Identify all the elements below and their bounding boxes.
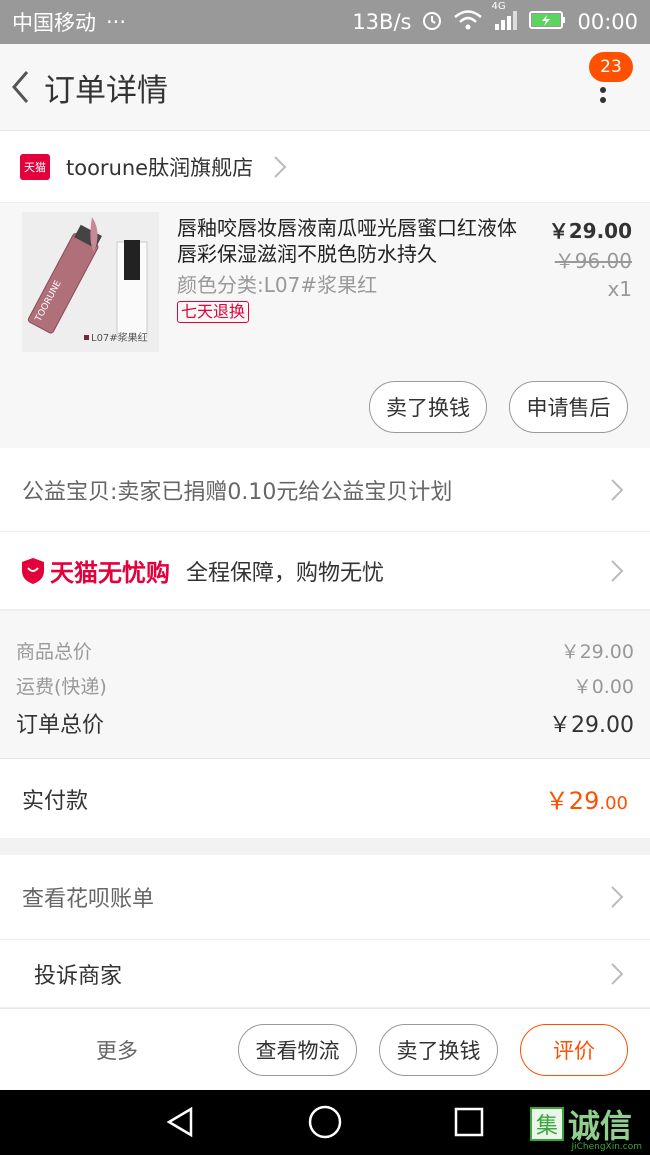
original-price: ￥96.00: [554, 249, 632, 273]
shipping-row: 运费(快递) ￥0.00: [16, 672, 634, 699]
product-quantity: x1: [607, 277, 632, 301]
alarm-icon: [421, 9, 443, 36]
watermark-box: 集: [530, 1107, 564, 1141]
huabei-bill-row[interactable]: 查看花呗账单: [0, 855, 650, 940]
after-sale-button[interactable]: 申请售后: [509, 381, 628, 433]
status-bar: 中国移动 ··· 13B/s 4G 00:00: [0, 0, 650, 44]
battery-icon: [529, 9, 567, 36]
network-speed: 13B/s: [352, 10, 412, 34]
thumb-caption: L07#浆果红: [91, 331, 148, 344]
complain-seller-row[interactable]: 投诉商家: [0, 940, 650, 1008]
paid-amount: ￥29.00: [544, 787, 628, 815]
product-title[interactable]: 唇釉咬唇妆唇液南瓜哑光唇蜜口红液体唇彩保湿滋润不脱色防水持久: [177, 215, 517, 267]
order-totals: 商品总价 ￥29.00 运费(快递) ￥0.00 订单总价 ￥29.00: [0, 610, 650, 758]
shield-icon: [22, 557, 44, 584]
circle-home-icon: [308, 1105, 342, 1139]
return-policy-tag: 七天退换: [177, 301, 250, 323]
watermark-subtext: JiChengXin.com: [571, 1142, 642, 1152]
charity-row[interactable]: 公益宝贝:卖家已捐赠0.10元给公益宝贝计划: [0, 448, 650, 532]
back-button[interactable]: [0, 44, 40, 131]
app-header: 订单详情 23: [0, 44, 650, 131]
watermark-text: 诚信: [568, 1107, 633, 1145]
nav-home-button[interactable]: [303, 1102, 347, 1142]
notification-dots: ···: [106, 10, 127, 34]
product-price: ￥29.00: [548, 219, 632, 243]
network-type: 4G: [491, 0, 506, 12]
product-variant: 颜色分类:L07#浆果红: [177, 273, 378, 297]
view-logistics-button[interactable]: 查看物流: [238, 1023, 357, 1076]
clock: 00:00: [577, 10, 638, 34]
chevron-right-icon: [610, 885, 624, 909]
back-arrow-icon: [12, 71, 29, 103]
worry-free-row[interactable]: 天猫无忧购 全程保障，购物无忧: [0, 532, 650, 610]
chevron-right-icon: [610, 559, 624, 583]
chevron-right-icon: [273, 155, 287, 179]
complain-seller-text: 投诉商家: [34, 963, 123, 989]
order-total-row: 订单总价 ￥29.00: [16, 707, 634, 739]
product-card: TOORUNE L07#浆果红 唇釉咬唇妆唇液南瓜哑光唇蜜口红液体唇彩保湿滋润不…: [0, 203, 650, 448]
page-title: 订单详情: [44, 72, 168, 109]
paid-row: 实付款 ￥29.00: [0, 758, 650, 838]
chevron-right-icon: [610, 478, 624, 502]
nav-recents-button[interactable]: [447, 1102, 491, 1142]
goods-total-row: 商品总价 ￥29.00: [16, 637, 634, 664]
shipping-value: ￥0.00: [572, 676, 634, 698]
shipping-label: 运费(快递): [16, 676, 107, 698]
tmall-logo-icon: 天猫: [20, 153, 50, 180]
more-actions-button[interactable]: 更多: [96, 1035, 138, 1065]
review-button[interactable]: 评价: [520, 1023, 628, 1076]
worry-free-logo: 天猫无忧购: [20, 553, 170, 588]
store-row[interactable]: 天猫 toorune肽润旗舰店: [0, 131, 650, 203]
signal-icon: 4G: [491, 1, 519, 36]
goods-total-value: ￥29.00: [560, 641, 634, 663]
order-total-value: ￥29.00: [549, 713, 634, 738]
message-badge: 23: [589, 52, 633, 82]
square-recents-icon: [454, 1107, 484, 1137]
bottom-action-bar: 更多 查看物流 卖了换钱 评价: [0, 1008, 650, 1090]
wifi-icon: [453, 9, 483, 36]
goods-total-label: 商品总价: [16, 641, 93, 663]
sell-resell-bottom-button[interactable]: 卖了换钱: [379, 1023, 498, 1076]
huabei-bill-text: 查看花呗账单: [22, 887, 155, 912]
sell-resell-button[interactable]: 卖了换钱: [369, 381, 487, 433]
store-name: toorune肽润旗舰店: [66, 155, 254, 180]
carrier-label: 中国移动: [12, 11, 96, 35]
triangle-back-icon: [166, 1106, 193, 1138]
order-total-label: 订单总价: [16, 713, 105, 738]
nav-back-button[interactable]: [158, 1102, 202, 1142]
worry-free-text: 全程保障，购物无忧: [186, 560, 385, 586]
chevron-right-icon: [610, 962, 624, 986]
charity-text: 公益宝贝:卖家已捐赠0.10元给公益宝贝计划: [22, 479, 453, 505]
product-thumbnail[interactable]: TOORUNE L07#浆果红: [22, 212, 159, 352]
paid-label: 实付款: [22, 788, 89, 814]
